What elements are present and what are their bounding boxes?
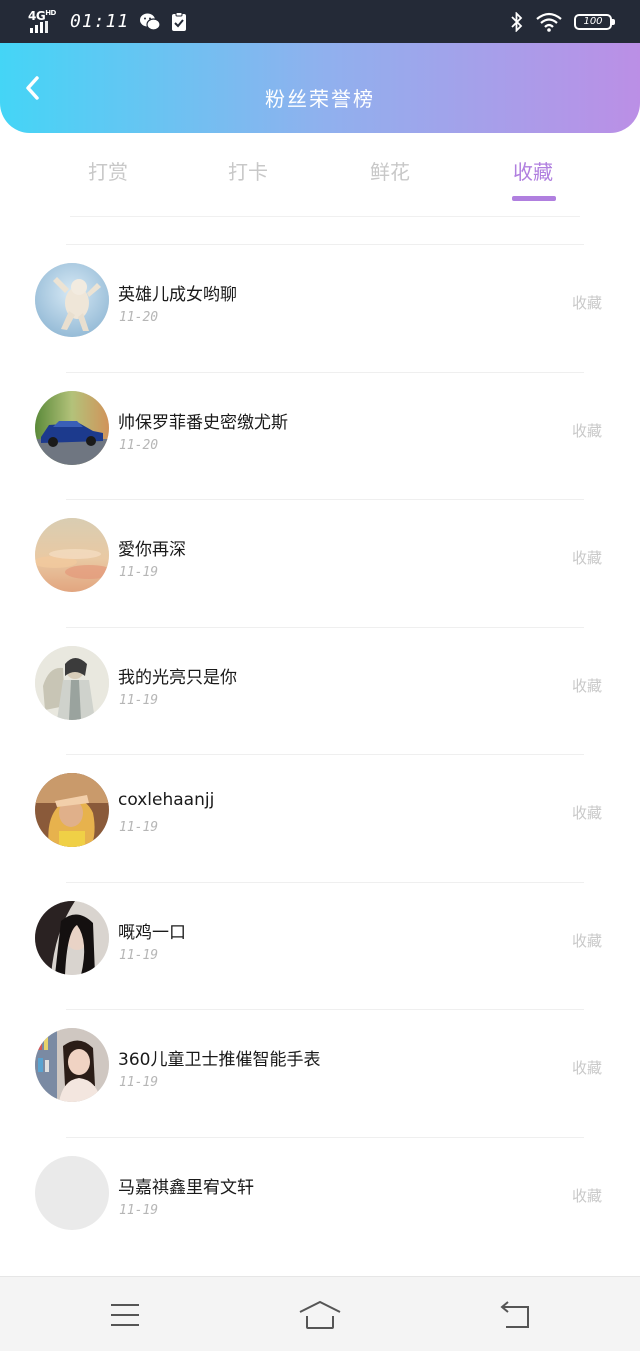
- divider: [66, 1009, 584, 1010]
- status-bar: 4GHD 01:11 100: [0, 0, 640, 43]
- row-name: coxlehaanjj: [118, 790, 215, 810]
- avatar[interactable]: [35, 390, 109, 465]
- tab-collect[interactable]: 收藏: [488, 156, 578, 201]
- status-left: 4GHD 01:11: [28, 8, 187, 35]
- divider: [66, 754, 584, 755]
- back-nav-button[interactable]: [490, 1297, 540, 1333]
- row-date: 11-19: [119, 565, 159, 580]
- avatar[interactable]: [35, 1028, 109, 1102]
- divider: [66, 626, 584, 628]
- list-item[interactable]: 360儿童卫士推催智能手表 11-19 收藏: [0, 1009, 640, 1137]
- avatar[interactable]: [35, 645, 109, 720]
- row-name: 我的光亮只是你: [118, 667, 237, 688]
- network-hd: HD: [45, 8, 56, 17]
- divider: [66, 881, 584, 883]
- bluetooth-icon: [510, 11, 524, 32]
- tab-tip[interactable]: 打赏: [63, 156, 153, 185]
- list-item[interactable]: 愛你再深 11-19 收藏: [0, 499, 640, 627]
- list-item[interactable]: 马嘉祺鑫里宥文轩 11-19 收藏: [0, 1136, 640, 1265]
- row-date: 11-19: [119, 1202, 159, 1218]
- row-date: 11-19: [119, 947, 159, 963]
- cellular-signal-icon: 4GHD: [28, 8, 60, 33]
- active-tab-indicator: [512, 196, 556, 201]
- row-date: 11-19: [119, 692, 159, 708]
- menu-button[interactable]: [100, 1297, 150, 1333]
- row-name: 马嘉祺鑫里宥文轩: [118, 1177, 254, 1198]
- page: 4GHD 01:11 100 粉丝荣誉榜 打赏 打卡 鲜花 收藏 英雄儿成女哟聊…: [0, 0, 640, 1351]
- collect-button[interactable]: 收藏: [572, 420, 602, 441]
- row-date: 11-20: [119, 310, 159, 325]
- wechat-icon: [139, 12, 161, 32]
- row-date: 11-20: [119, 437, 159, 453]
- divider: [66, 1136, 584, 1138]
- list-item[interactable]: 嘅鸡一口 11-19 收藏: [0, 881, 640, 1010]
- home-icon: [299, 1300, 341, 1329]
- home-button[interactable]: [295, 1297, 345, 1333]
- battery-level: 100: [583, 16, 603, 27]
- collect-button[interactable]: 收藏: [572, 802, 602, 823]
- collect-button[interactable]: 收藏: [572, 292, 602, 313]
- header: 粉丝荣誉榜: [0, 43, 640, 133]
- row-name: 帅保罗菲番史密缴尤斯: [118, 412, 288, 433]
- divider: [70, 216, 580, 217]
- avatar[interactable]: [35, 773, 109, 847]
- clipboard-check-icon: [171, 11, 187, 32]
- row-name: 360儿童卫士推催智能手表: [118, 1050, 321, 1070]
- avatar[interactable]: [35, 263, 109, 337]
- collect-button[interactable]: 收藏: [572, 547, 602, 568]
- status-right: 100: [510, 8, 615, 35]
- row-date: 11-19: [119, 1075, 159, 1090]
- back-icon: [500, 1301, 529, 1328]
- list-item[interactable]: 英雄儿成女哟聊 11-20 收藏: [0, 244, 640, 372]
- divider: [66, 371, 584, 373]
- row-name: 英雄儿成女哟聊: [118, 285, 237, 305]
- row-name: 嘅鸡一口: [118, 922, 186, 943]
- fan-list: 英雄儿成女哟聊 11-20 收藏 帅保罗菲番史密缴尤斯 11-20 收藏 愛你再…: [0, 244, 640, 1264]
- divider: [66, 499, 584, 500]
- system-nav-bar: [0, 1276, 640, 1351]
- divider: [66, 244, 584, 245]
- avatar[interactable]: [35, 518, 109, 592]
- collect-button[interactable]: 收藏: [572, 675, 602, 696]
- collect-button[interactable]: 收藏: [572, 930, 602, 951]
- row-date: 11-19: [119, 820, 159, 835]
- list-item[interactable]: 帅保罗菲番史密缴尤斯 11-20 收藏: [0, 371, 640, 500]
- collect-button[interactable]: 收藏: [572, 1185, 602, 1206]
- menu-icon: [111, 1304, 139, 1326]
- battery-icon: 100: [574, 13, 615, 30]
- avatar-placeholder[interactable]: [35, 1155, 109, 1230]
- wifi-icon: [536, 12, 562, 32]
- tab-flowers[interactable]: 鲜花: [345, 156, 435, 185]
- tab-checkin[interactable]: 打卡: [203, 156, 293, 185]
- tab-bar: 打赏 打卡 鲜花 收藏: [0, 150, 640, 201]
- avatar[interactable]: [35, 900, 109, 975]
- collect-button[interactable]: 收藏: [572, 1057, 602, 1078]
- list-item[interactable]: 我的光亮只是你 11-19 收藏: [0, 626, 640, 755]
- clock: 01:11: [70, 11, 130, 32]
- tab-collect-label: 收藏: [513, 160, 553, 184]
- page-title: 粉丝荣誉榜: [265, 87, 375, 111]
- list-item[interactable]: coxlehaanjj 11-19 收藏: [0, 754, 640, 882]
- row-name: 愛你再深: [118, 540, 186, 560]
